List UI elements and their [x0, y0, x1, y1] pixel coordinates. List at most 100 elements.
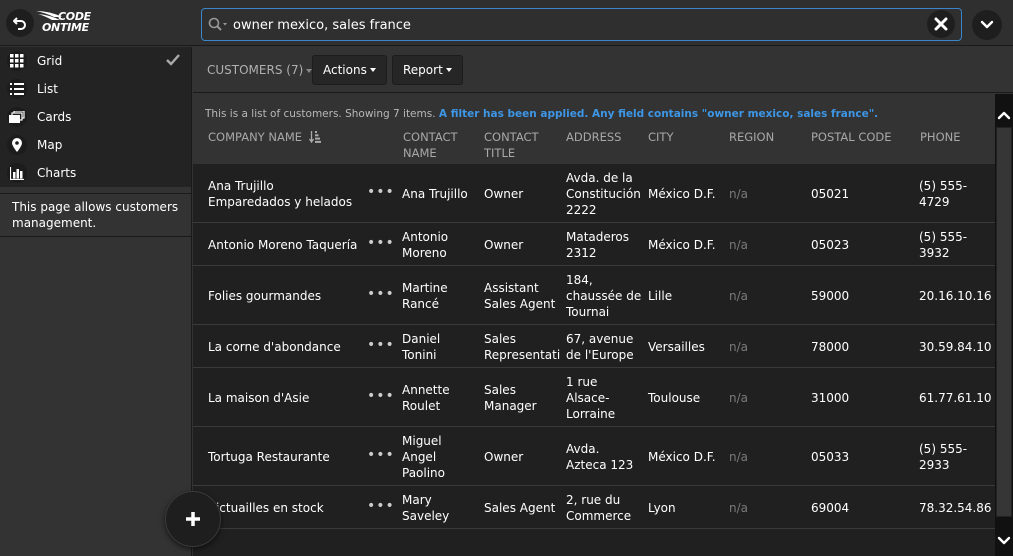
search-input[interactable] — [233, 14, 913, 36]
back-button[interactable] — [6, 9, 34, 37]
table-row[interactable]: La maison d'Asie Annette Roulet Sales Mana… — [193, 368, 995, 427]
logo-line2: ONTIME — [42, 21, 89, 34]
row-more-button[interactable]: ••• — [367, 184, 394, 200]
cell-phone: 20.16.10.16 — [919, 266, 992, 325]
row-more-button[interactable]: ••• — [367, 447, 394, 463]
cell-postal-code-text: 05021 — [811, 186, 850, 201]
row-more-button[interactable]: ••• — [367, 498, 394, 514]
table-row[interactable]: La corne d'abondance Daniel Tonini Sales R… — [193, 325, 995, 368]
bar-chart-icon — [7, 163, 27, 183]
scroll-up-button[interactable] — [995, 104, 1013, 126]
cell-region-text: n/a — [729, 390, 749, 405]
view-item-grid[interactable]: Grid — [0, 47, 191, 75]
cell-contact-name-text: Mary Saveley — [402, 492, 450, 523]
sort-ascending-icon — [308, 131, 321, 143]
new-customer-button[interactable] — [165, 491, 221, 547]
cell-company-name-text: Tortuga Restaurante — [208, 449, 330, 464]
table-row[interactable]: Ana Trujillo Emparedados y helados Ana Tr… — [193, 164, 995, 223]
cell-contact-title-text: Assistant Sales Agent — [484, 280, 556, 311]
column-header-contact-name[interactable]: CONTACT NAME — [403, 129, 458, 161]
view-item-charts[interactable]: Charts — [0, 159, 191, 187]
cell-contact-title-text: Sales Manager — [484, 382, 537, 413]
cell-contact-title-text: Sales Agent — [484, 500, 556, 515]
cell-postal-code: 59000 — [811, 266, 901, 325]
cell-contact-title: Sales Manager — [484, 368, 560, 427]
row-more-button[interactable]: ••• — [367, 235, 394, 251]
cell-region-text: n/a — [729, 186, 749, 201]
cell-company-name: Antonio Moreno Taquería — [208, 223, 358, 266]
row-more-button[interactable]: ••• — [367, 286, 394, 302]
cell-contact-title-text: Owner — [484, 237, 524, 252]
info-text: This is a list of customers. Showing 7 i… — [205, 108, 436, 120]
cell-address: 2, rue du Commerce — [566, 486, 642, 529]
logo: CODE ONTIME — [42, 11, 91, 33]
cell-contact-title: Sales Agent — [484, 486, 560, 529]
cell-address-text: 1 rue Alsace-Lorraine — [566, 374, 616, 421]
scroll-thumb[interactable] — [996, 127, 1012, 517]
cell-contact-name: Mary Saveley — [402, 486, 477, 529]
cell-postal-code: 05023 — [811, 223, 901, 266]
cell-phone: 30.59.84.10 — [919, 325, 992, 368]
column-header-phone[interactable]: PHONE — [920, 129, 961, 145]
cell-postal-code: 69004 — [811, 486, 901, 529]
cell-region: n/a — [729, 164, 799, 223]
cell-company-name: Ana Trujillo Emparedados y helados — [208, 164, 358, 223]
cell-company-name: Folies gourmandes — [208, 266, 358, 325]
table-row[interactable]: Tortuga Restaurante Miguel Angel Paolino O… — [193, 427, 995, 486]
filter-info[interactable]: A filter has been applied. Any field con… — [439, 108, 878, 120]
cell-company-name: Tortuga Restaurante — [208, 427, 358, 486]
table-row[interactable]: Folies gourmandes Martine Rancé Assistant … — [193, 266, 995, 325]
view-item-cards[interactable]: Cards — [0, 103, 191, 131]
view-selector-button[interactable]: CUSTOMERS (7) — [207, 63, 313, 77]
column-header-address[interactable]: ADDRESS — [566, 129, 621, 145]
cell-company-name: Victuailles en stock — [208, 486, 358, 529]
cell-address-text: Avda. de la Constitución 2222 — [566, 170, 641, 217]
caret-down-icon — [369, 68, 376, 72]
cell-contact-title-text: Owner — [484, 186, 524, 201]
cell-contact-name-text: Miguel Angel Paolino — [402, 433, 446, 480]
column-header-contact-title[interactable]: CONTACT TITLE — [484, 129, 539, 161]
table-row[interactable]: Victuailles en stock Mary Saveley Sales Ag… — [193, 486, 995, 529]
cell-city: Versailles — [648, 325, 724, 368]
cell-city-text: Lille — [648, 288, 673, 303]
column-header-region[interactable]: REGION — [729, 129, 774, 145]
cell-city-text: México D.F. — [648, 449, 716, 464]
cell-company-name: La corne d'abondance — [208, 325, 358, 368]
actions-button[interactable]: Actions — [312, 55, 387, 85]
column-header-company-name[interactable]: COMPANY NAME — [208, 129, 321, 145]
column-header-postal-code[interactable]: POSTAL CODE — [811, 129, 892, 145]
breadcrumb: CUSTOMERS (7) — [207, 63, 304, 77]
cell-contact-name-text: Daniel Tonini — [402, 331, 441, 362]
cell-contact-name-text: Ana Trujillo — [402, 186, 468, 201]
cell-company-name: La maison d'Asie — [208, 368, 358, 427]
view-item-map[interactable]: Map — [0, 131, 191, 159]
column-header-city[interactable]: CITY — [648, 129, 673, 145]
report-button[interactable]: Report — [392, 55, 463, 85]
cell-city-text: México D.F. — [648, 186, 716, 201]
view-item-list[interactable]: List — [0, 75, 191, 103]
vertical-scrollbar[interactable] — [995, 94, 1013, 556]
cell-address: 67, avenue de l'Europe — [566, 325, 642, 368]
app-menu-button[interactable] — [972, 10, 1002, 40]
cell-region-text: n/a — [729, 449, 749, 464]
cell-address: Avda. Azteca 123 — [566, 427, 642, 486]
column-header-label: COMPANY NAME — [208, 130, 303, 144]
cell-phone-text: (5) 555-3932 — [919, 229, 968, 260]
cell-phone: (5) 555-4729 — [919, 164, 989, 223]
search-icon[interactable] — [208, 17, 228, 33]
sidebar: Grid List Cards Map Charts This page all… — [0, 47, 192, 556]
cell-contact-title: Sales Representati — [484, 325, 560, 368]
cell-phone: (5) 555-2933 — [919, 427, 989, 486]
row-more-button[interactable]: ••• — [367, 337, 394, 353]
clear-search-button[interactable] — [927, 10, 955, 38]
scroll-down-button[interactable] — [995, 530, 1013, 552]
cell-contact-title: Assistant Sales Agent — [484, 266, 560, 325]
cell-phone: 78.32.54.86 — [919, 486, 992, 529]
list-icon — [7, 79, 27, 99]
cell-company-name-text: Ana Trujillo Emparedados y helados — [208, 178, 353, 209]
cell-city: Lille — [648, 266, 724, 325]
row-more-button[interactable]: ••• — [367, 388, 394, 404]
cell-postal-code-text: 59000 — [811, 288, 850, 303]
column-header-label: ADDRESS — [566, 130, 622, 144]
table-row[interactable]: Antonio Moreno Taquería Antonio Moreno Own… — [193, 223, 995, 266]
